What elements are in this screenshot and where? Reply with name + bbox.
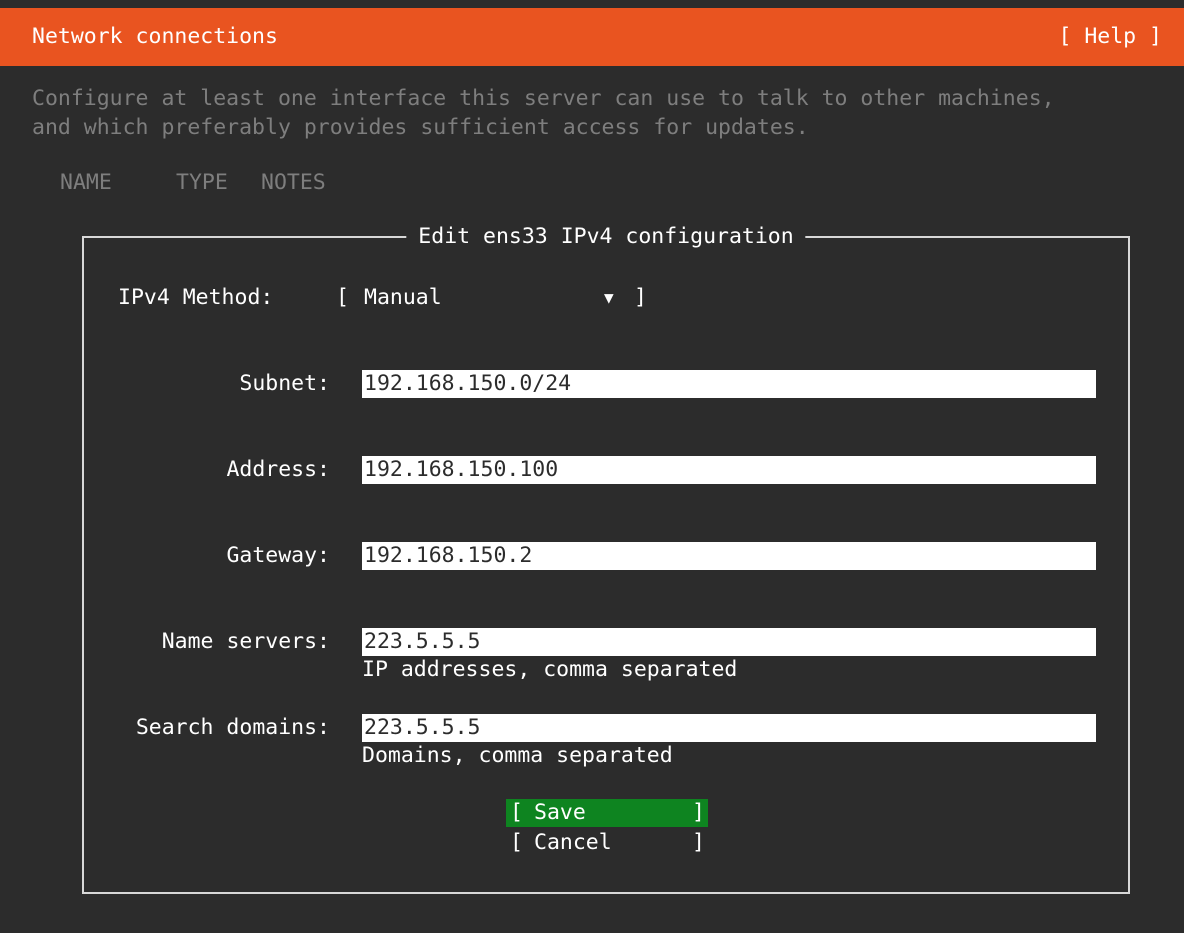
ipv4-method-select[interactable]: [ Manual ▼ ]	[336, 284, 648, 452]
intro-line-2: and which preferably provides sufficient…	[32, 115, 809, 140]
header-bar: Network connections [ Help ]	[0, 8, 1184, 66]
save-button[interactable]: [ Save ]	[506, 799, 708, 827]
subnet-input[interactable]: 192.168.150.0/24	[362, 370, 1096, 398]
intro-line-1: Configure at least one interface this se…	[32, 86, 1055, 111]
select-bracket-close: ]	[634, 285, 647, 310]
name-servers-input[interactable]: 223.5.5.5	[362, 628, 1096, 656]
ipv4-method-value: Manual	[364, 285, 442, 310]
column-name: NAME	[60, 170, 112, 195]
cancel-label: Cancel	[534, 830, 612, 855]
search-domains-input[interactable]: 223.5.5.5	[362, 714, 1096, 742]
ipv4-method-label: IPv4 Method:	[118, 285, 274, 310]
cancel-button[interactable]: [ Cancel ]	[506, 829, 708, 857]
save-bracket-close: ]	[692, 800, 705, 825]
save-label: Save	[534, 800, 586, 825]
help-button[interactable]: [ Help ]	[1058, 24, 1162, 50]
top-strip	[0, 0, 1184, 8]
select-bracket-open: [	[336, 285, 349, 310]
address-input[interactable]: 192.168.150.100	[362, 456, 1096, 484]
column-type: TYPE	[176, 170, 228, 195]
cancel-bracket-open: [	[510, 830, 523, 855]
page-title: Network connections	[32, 24, 278, 49]
gateway-label: Gateway:	[226, 543, 330, 568]
gateway-input[interactable]: 192.168.150.2	[362, 542, 1096, 570]
dialog-title: Edit ens33 IPv4 configuration	[406, 223, 806, 251]
intro-text: Configure at least one interface this se…	[32, 84, 1172, 142]
cancel-bracket-close: ]	[692, 830, 705, 855]
column-notes: NOTES	[261, 170, 326, 195]
search-domains-label: Search domains:	[135, 715, 330, 740]
save-bracket-open: [	[510, 800, 523, 825]
subnet-label: Subnet:	[239, 371, 330, 396]
dropdown-arrow-icon: ▼	[604, 288, 614, 307]
address-label: Address:	[226, 457, 330, 482]
name-servers-help: IP addresses, comma separated	[362, 657, 738, 682]
search-domains-help: Domains, comma separated	[362, 743, 673, 768]
name-servers-label: Name servers:	[161, 629, 330, 654]
ipv4-config-dialog: Edit ens33 IPv4 configuration IPv4 Metho…	[82, 223, 1130, 894]
